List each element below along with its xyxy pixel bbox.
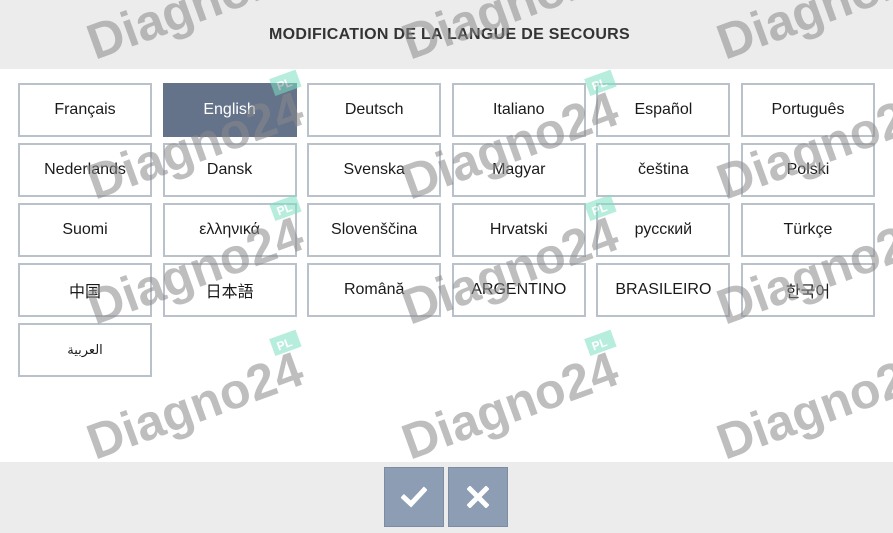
dialog-header: MODIFICATION DE LA LANGUE DE SECOURS xyxy=(0,0,893,69)
language-option-hrvatski[interactable]: Hrvatski xyxy=(451,203,586,257)
language-option-nederlands[interactable]: Nederlands xyxy=(18,143,152,197)
language-option-chinese[interactable]: 中国 xyxy=(18,263,152,317)
language-option-greek[interactable]: ελληνικά xyxy=(162,203,297,257)
language-option-italiano[interactable]: Italiano xyxy=(451,83,586,137)
language-option-polski[interactable]: Polski xyxy=(740,143,875,197)
check-icon xyxy=(401,484,427,510)
language-option-portugues[interactable]: Português xyxy=(740,83,875,137)
cancel-button[interactable] xyxy=(448,467,508,527)
language-option-espanol[interactable]: Español xyxy=(596,83,731,137)
language-option-svenska[interactable]: Svenska xyxy=(307,143,442,197)
language-grid: Français English Deutsch Italiano Españo… xyxy=(18,83,875,377)
language-option-english[interactable]: English xyxy=(162,83,297,137)
language-option-dansk[interactable]: Dansk xyxy=(162,143,297,197)
dialog-footer xyxy=(0,462,893,533)
language-option-japanese[interactable]: 日本語 xyxy=(162,263,297,317)
language-option-argentino[interactable]: ARGENTINO xyxy=(451,263,586,317)
language-option-brasileiro[interactable]: BRASILEIRO xyxy=(596,263,731,317)
language-option-suomi[interactable]: Suomi xyxy=(18,203,152,257)
language-option-deutsch[interactable]: Deutsch xyxy=(307,83,442,137)
language-option-romana[interactable]: Română xyxy=(307,263,442,317)
language-option-korean[interactable]: 한국어 xyxy=(740,263,875,317)
language-option-arabic[interactable]: العربية xyxy=(18,323,152,377)
dialog-title: MODIFICATION DE LA LANGUE DE SECOURS xyxy=(268,25,631,43)
language-option-magyar[interactable]: Magyar xyxy=(451,143,586,197)
language-option-francais[interactable]: Français xyxy=(18,83,152,137)
language-option-russian[interactable]: русский xyxy=(596,203,731,257)
close-icon xyxy=(467,486,489,508)
language-option-cestina[interactable]: čeština xyxy=(596,143,731,197)
language-option-turkce[interactable]: Türkçe xyxy=(740,203,875,257)
language-option-slovenscina[interactable]: Slovenščina xyxy=(307,203,442,257)
confirm-button[interactable] xyxy=(384,467,444,527)
language-dialog: MODIFICATION DE LA LANGUE DE SECOURS Fra… xyxy=(0,0,893,533)
